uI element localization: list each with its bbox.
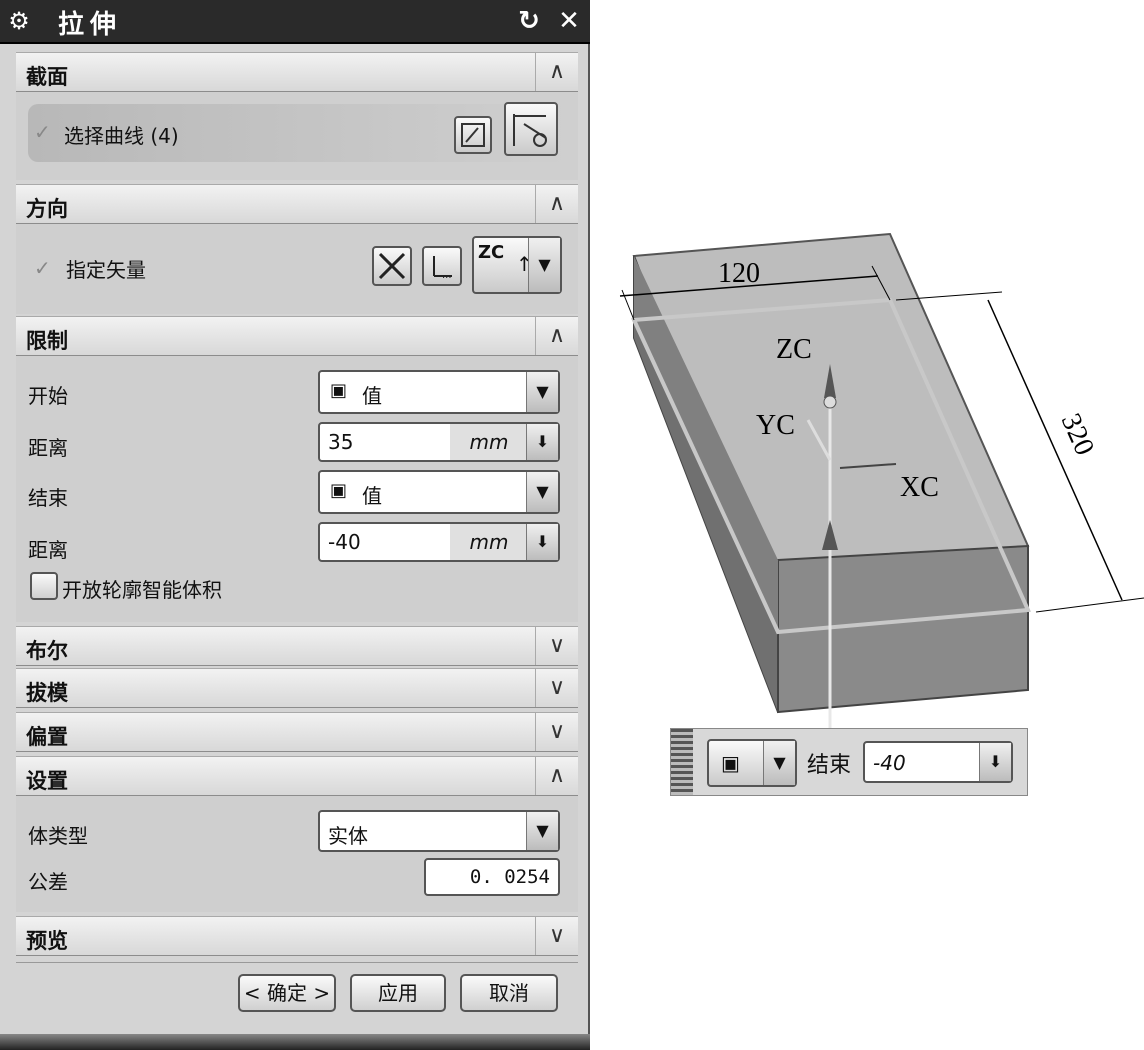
- end-dropdown[interactable]: ▣ 值 ▼: [318, 470, 560, 514]
- grip-icon[interactable]: [671, 729, 693, 795]
- vector-icon: ...: [433, 256, 452, 281]
- cube-icon: ▣: [721, 751, 740, 775]
- direction-header[interactable]: 方向 ∧: [16, 184, 578, 224]
- start-dropdown[interactable]: ▣ 值 ▼: [318, 370, 560, 414]
- section-header-label: 截面: [26, 65, 68, 89]
- section-header[interactable]: 截面 ∧: [16, 52, 578, 92]
- start-distance-field[interactable]: 35 mm ⬇: [318, 422, 560, 462]
- handle-value: -40: [873, 751, 906, 775]
- chevron-down-icon[interactable]: ▼: [526, 812, 558, 850]
- open-profile-checkbox[interactable]: [30, 572, 58, 600]
- title-bar: ⚙ 拉伸 ↻ ✕: [0, 0, 590, 44]
- select-curve-row[interactable]: ✓ 选择曲线 (4): [28, 102, 568, 162]
- tolerance-field[interactable]: 0. 0254: [424, 858, 560, 896]
- sketch-section-button[interactable]: [454, 116, 492, 154]
- limit-type-dropdown[interactable]: ▣ ▼: [707, 739, 797, 787]
- unit-label: mm: [450, 524, 528, 560]
- handle-value-field[interactable]: -40 ⬇: [863, 741, 1013, 783]
- svg-text:...: ...: [442, 270, 452, 281]
- chevron-down-icon[interactable]: ∨: [535, 917, 578, 955]
- chevron-up-icon[interactable]: ∧: [535, 53, 578, 91]
- body-type-value: 实体: [328, 824, 368, 848]
- chevron-up-icon[interactable]: ∧: [535, 757, 578, 795]
- chevron-down-icon[interactable]: ▼: [528, 238, 560, 292]
- preview-header[interactable]: 预览 ∨: [16, 916, 578, 956]
- start-value: 值: [362, 384, 382, 408]
- limits-header[interactable]: 限制 ∧: [16, 316, 578, 356]
- tolerance-label: 公差: [28, 870, 68, 894]
- start-label: 开始: [28, 384, 68, 408]
- open-profile-label: 开放轮廓智能体积: [62, 578, 222, 602]
- check-icon: ✓: [34, 256, 51, 280]
- chevron-down-icon[interactable]: ∨: [535, 669, 578, 707]
- axis-x-label: XC: [900, 472, 939, 503]
- reverse-direction-button[interactable]: [372, 246, 412, 286]
- close-icon[interactable]: ✕: [554, 6, 584, 36]
- body-type-label: 体类型: [28, 824, 88, 848]
- vector-dropdown[interactable]: ZC ↑ ▼: [472, 236, 562, 294]
- chevron-down-icon[interactable]: ▼: [526, 472, 558, 512]
- arrow-down-icon[interactable]: ⬇: [526, 424, 558, 460]
- boolean-header-label: 布尔: [26, 639, 68, 663]
- draft-header[interactable]: 拔模 ∨: [16, 668, 578, 708]
- cube-icon: ▣: [330, 480, 348, 501]
- boolean-header[interactable]: 布尔 ∨: [16, 626, 578, 666]
- start-distance-value: 35: [328, 430, 354, 454]
- chevron-down-icon[interactable]: ▼: [526, 372, 558, 412]
- arrow-down-icon[interactable]: ⬇: [979, 743, 1011, 781]
- specify-vector-label: 指定矢量: [66, 258, 146, 282]
- select-curve-label: 选择曲线 (4): [64, 124, 179, 148]
- dialog-title: 拉伸: [58, 10, 123, 40]
- reset-icon[interactable]: ↻: [514, 6, 544, 36]
- gear-icon[interactable]: ⚙: [6, 8, 32, 34]
- direction-body: ✓ 指定矢量 ... ZC ↑ ▼: [16, 224, 578, 314]
- origin-handle[interactable]: [823, 395, 837, 409]
- axis-z-label: ZC: [776, 334, 812, 365]
- draft-header-label: 拔模: [26, 681, 68, 705]
- preview-header-label: 预览: [26, 929, 68, 953]
- chevron-up-icon[interactable]: ∧: [535, 185, 578, 223]
- end-distance-value: -40: [328, 530, 361, 554]
- handle-label: 结束: [807, 753, 852, 778]
- end-label: 结束: [28, 486, 68, 510]
- offset-header[interactable]: 偏置 ∨: [16, 712, 578, 752]
- chevron-down-icon[interactable]: ∨: [535, 627, 578, 665]
- limits-header-label: 限制: [26, 329, 68, 353]
- section-body: ✓ 选择曲线 (4): [16, 92, 578, 180]
- curve-icon: [513, 114, 547, 147]
- vector-dialog-button[interactable]: ...: [422, 246, 462, 286]
- cube-icon: ▣: [330, 380, 348, 401]
- dialog-bottom-border: [0, 1034, 590, 1050]
- settings-header-label: 设置: [26, 769, 68, 793]
- offset-header-label: 偏置: [26, 725, 68, 749]
- check-icon: ✓: [34, 120, 51, 144]
- sketch-icon: [461, 123, 485, 147]
- tolerance-value: 0. 0254: [469, 866, 550, 888]
- start-distance-label: 距离: [28, 436, 68, 460]
- unit-label: mm: [450, 424, 528, 460]
- ok-button[interactable]: < 确定 >: [238, 974, 336, 1012]
- apply-button[interactable]: 应用: [350, 974, 446, 1012]
- divider: [16, 962, 578, 963]
- dimension-length-label: 320: [1055, 409, 1100, 460]
- dimension-width-label: 120: [718, 258, 760, 289]
- chevron-down-icon[interactable]: ∨: [535, 713, 578, 751]
- settings-header[interactable]: 设置 ∧: [16, 756, 578, 796]
- end-value: 值: [362, 484, 382, 508]
- body-type-dropdown[interactable]: 实体 ▼: [318, 810, 560, 852]
- extension-line: [1035, 597, 1144, 613]
- extrude-dialog: ⚙ 拉伸 ↻ ✕ 截面 ∧ ✓ 选择曲线 (4) 方向 ∧ ✓ 指定矢量 ...…: [0, 0, 590, 1050]
- vector-value: ZC: [478, 242, 505, 263]
- end-distance-label: 距离: [28, 538, 68, 562]
- reverse-direction-icon: [378, 252, 406, 280]
- direction-header-label: 方向: [26, 197, 68, 221]
- curve-button[interactable]: [504, 102, 558, 156]
- chevron-up-icon[interactable]: ∧: [535, 317, 578, 355]
- chevron-down-icon[interactable]: ▼: [763, 741, 795, 785]
- arrow-down-icon[interactable]: ⬇: [526, 524, 558, 560]
- limit-handle-toolbar: ▣ ▼ 结束 -40 ⬇: [670, 728, 1028, 796]
- end-distance-field[interactable]: -40 mm ⬇: [318, 522, 560, 562]
- axis-y-label: YC: [756, 410, 795, 441]
- cancel-button[interactable]: 取消: [460, 974, 558, 1012]
